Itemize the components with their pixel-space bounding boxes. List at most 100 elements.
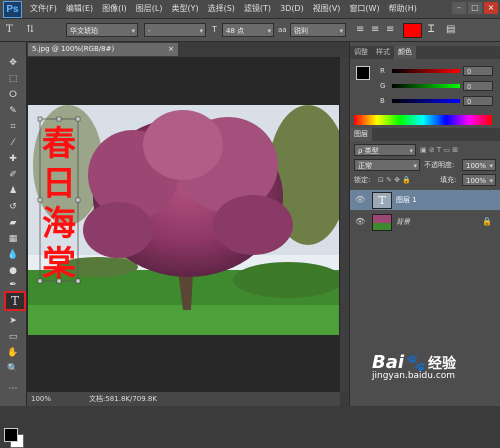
text-layer-thumbnail: T (372, 192, 392, 209)
lock-icons[interactable]: ⊡ ✎ ✥ 🔒 (378, 174, 411, 186)
tools-panel: ✥ ⬚ ⵔ ✎ ⌗ ⁄ ✚ ✐ ♟ ↺ ▰ ▦ 💧 ● ✒ T ➤ ▭ ✋ 🔍 … (0, 42, 27, 448)
photoshop-logo: Ps (3, 1, 22, 18)
fill-input[interactable]: 100% (462, 174, 496, 187)
hand-tool-icon[interactable]: ✋ (5, 346, 21, 360)
menu-help[interactable]: 帮助(H) (389, 0, 417, 18)
maximize-button[interactable]: □ (468, 2, 482, 14)
foreground-color-swatch[interactable] (4, 428, 18, 442)
background-layer-thumbnail (372, 214, 392, 231)
menu-file[interactable]: 文件(F) (30, 0, 57, 18)
layer-filter-select[interactable]: ρ 类型 (354, 144, 416, 157)
document-size-info[interactable]: 文档:581.8K/709.8K (89, 392, 157, 406)
menu-list: 文件(F) 编辑(E) 图像(I) 图层(L) 类型(Y) 选择(S) 滤镜(T… (30, 0, 417, 18)
layer-name[interactable]: 图层 1 (396, 190, 417, 210)
menu-select[interactable]: 选择(S) (208, 0, 235, 18)
menu-type[interactable]: 类型(Y) (171, 0, 198, 18)
shape-tool-icon[interactable]: ▭ (5, 330, 21, 344)
red-channel-label: R (380, 67, 385, 75)
align-center-icon[interactable]: ≡ (371, 23, 379, 37)
red-slider[interactable] (392, 69, 460, 73)
document-title: 5.jpg @ 100%(RGB/8#) (32, 45, 115, 53)
layer-visibility-eye-icon[interactable]: 👁 (355, 212, 365, 232)
minimize-button[interactable]: – (452, 2, 466, 14)
close-button[interactable]: × (484, 2, 498, 14)
menu-filter[interactable]: 滤镜(T) (244, 0, 271, 18)
green-slider[interactable] (392, 84, 460, 88)
layer-name[interactable]: 背景 (396, 212, 410, 232)
vertical-text-char-3: 海 (42, 204, 76, 244)
zoom-tool-icon[interactable]: 🔍 (5, 362, 21, 376)
vertical-text-char-1: 春 (42, 124, 76, 164)
layer-row-background[interactable]: 👁 背景 🔒 (350, 212, 500, 232)
blue-channel-label: B (380, 97, 385, 105)
menu-layer[interactable]: 图层(L) (136, 0, 163, 18)
warp-text-icon[interactable]: Ꮖ (428, 23, 435, 37)
toggle-orientation-icon[interactable]: ⇅ (26, 23, 34, 37)
text-color-swatch[interactable] (403, 23, 422, 38)
gradient-tool-icon[interactable]: ▦ (5, 232, 21, 246)
options-bar: T ⇅ 华文琥珀 - T 48 点 aa 锐利 ≡ ≡ ≡ Ꮖ ▤ (0, 19, 500, 42)
text-tool-preset-icon[interactable]: T (6, 23, 13, 37)
watermark-brand: Bai (372, 352, 405, 373)
eraser-tool-icon[interactable]: ▰ (5, 216, 21, 230)
marquee-tool-icon[interactable]: ⬚ (5, 72, 21, 86)
menu-3d[interactable]: 3D(D) (280, 0, 304, 18)
layer-filter-icons[interactable]: ▣ ⊘ T ▭ ⊞ (420, 144, 458, 156)
move-tool-icon[interactable]: ✥ (5, 56, 21, 70)
blend-mode-select[interactable]: 正常 (354, 159, 420, 172)
opacity-label: 不透明度: (424, 161, 455, 169)
fill-label: 填充: (440, 176, 457, 184)
green-channel-row: G 0 (354, 81, 498, 91)
blur-tool-icon[interactable]: 💧 (5, 248, 21, 262)
crop-tool-icon[interactable]: ⌗ (5, 120, 21, 134)
menu-edit[interactable]: 编辑(E) (66, 0, 93, 18)
brush-tool-icon[interactable]: ✐ (5, 168, 21, 182)
history-brush-tool-icon[interactable]: ↺ (5, 200, 21, 214)
blue-channel-row: B 0 (354, 96, 498, 106)
clone-stamp-tool-icon[interactable]: ♟ (5, 184, 21, 198)
red-value-input[interactable]: 0 (463, 66, 493, 76)
layer-row-text[interactable]: 👁 T 图层 1 (350, 190, 500, 210)
blue-value-input[interactable]: 0 (463, 96, 493, 106)
image-canvas[interactable]: 春 日 海 棠 (28, 105, 339, 335)
eyedropper-tool-icon[interactable]: ⁄ (5, 136, 21, 150)
watermark-url: jingyan.baidu.com (372, 371, 456, 381)
align-right-icon[interactable]: ≡ (386, 23, 394, 37)
tab-adjustments[interactable]: 调整 (350, 46, 372, 59)
font-style-select[interactable]: - (144, 23, 206, 38)
quick-select-tool-icon[interactable]: ✎ (5, 104, 21, 118)
align-left-icon[interactable]: ≡ (356, 23, 364, 37)
menu-window[interactable]: 窗口(W) (349, 0, 379, 18)
document-tab[interactable]: 5.jpg @ 100%(RGB/8#) × (28, 43, 178, 56)
blue-slider[interactable] (392, 99, 460, 103)
menu-image[interactable]: 图像(I) (102, 0, 127, 18)
document-vertical-scrollbar[interactable] (340, 57, 348, 392)
zoom-level[interactable]: 100% (31, 392, 51, 406)
close-document-icon[interactable]: × (168, 43, 174, 56)
opacity-input[interactable]: 100% (462, 159, 496, 172)
tab-color[interactable]: 颜色 (394, 46, 416, 59)
watermark-brand-suffix: 经验 (427, 355, 456, 372)
menu-view[interactable]: 视图(V) (313, 0, 341, 18)
font-size-select[interactable]: 48 点 (222, 23, 274, 38)
tab-layers[interactable]: 图层 (350, 128, 372, 141)
healing-brush-tool-icon[interactable]: ✚ (5, 152, 21, 166)
color-spectrum-ramp[interactable] (354, 115, 492, 125)
font-family-select[interactable]: 华文琥珀 (66, 23, 138, 38)
pen-tool-icon[interactable]: ✒ (5, 278, 21, 292)
vertical-text-char-2: 日 (42, 164, 76, 204)
status-bar: 100% 文档:581.8K/709.8K (27, 392, 340, 406)
type-tool-icon[interactable]: T (4, 291, 26, 311)
lock-label: 锁定: (354, 176, 371, 184)
dodge-tool-icon[interactable]: ● (5, 264, 21, 278)
tab-styles[interactable]: 样式 (372, 46, 394, 59)
vertical-text-char-4: 棠 (41, 244, 76, 284)
lasso-tool-icon[interactable]: ⵔ (5, 88, 21, 102)
antialias-select[interactable]: 锐利 (290, 23, 346, 38)
green-value-input[interactable]: 0 (463, 81, 493, 91)
edit-toolbar-icon[interactable]: ⋯ (5, 382, 21, 396)
layer-visibility-eye-icon[interactable]: 👁 (355, 190, 365, 210)
path-selection-tool-icon[interactable]: ➤ (5, 314, 21, 328)
character-panel-icon[interactable]: ▤ (446, 23, 455, 37)
layers-panel-tabs: 图层 (350, 128, 500, 141)
